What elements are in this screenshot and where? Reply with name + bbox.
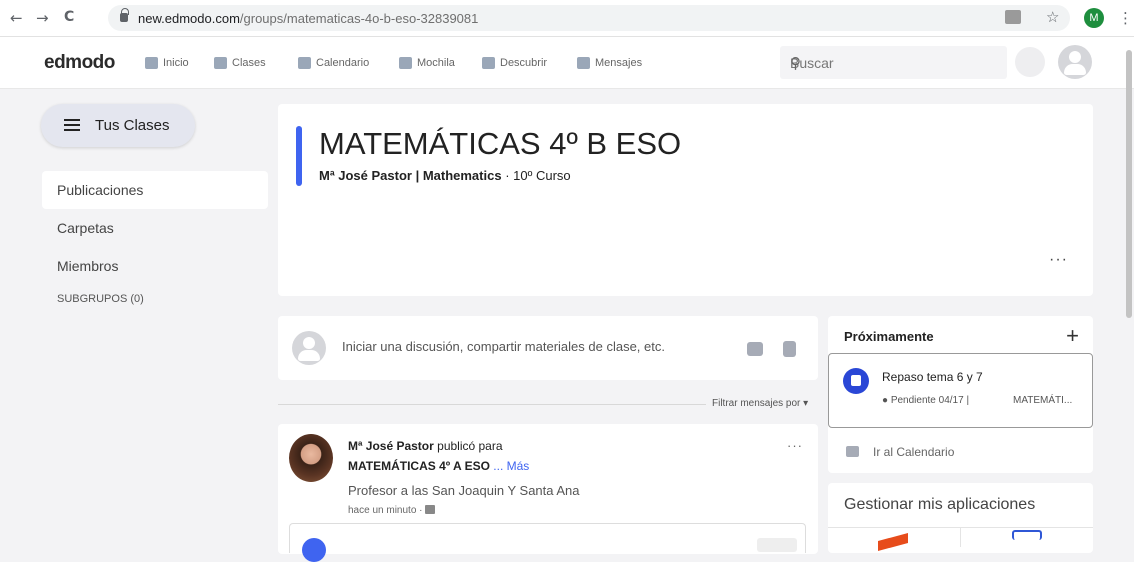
class-teacher: Mª José Pastor | Mathematics bbox=[319, 168, 502, 183]
backpack-icon bbox=[399, 57, 412, 69]
calendar-icon bbox=[846, 446, 859, 457]
nav-mochila[interactable]: Mochila bbox=[399, 57, 455, 69]
search-icon[interactable]: ⚲ bbox=[790, 54, 995, 72]
nav-inicio-label: Inicio bbox=[163, 57, 189, 69]
feed-post: Mª José Pastor publicó para MATEMÁTICAS … bbox=[278, 424, 818, 562]
add-icon[interactable]: + bbox=[1066, 323, 1079, 349]
classes-icon bbox=[214, 57, 227, 69]
home-icon bbox=[145, 57, 158, 69]
sidebar-subgrupos[interactable]: SUBGRUPOS (0) bbox=[57, 293, 144, 305]
post-target-line: MATEMÁTICAS 4º A ESO ... Más bbox=[348, 459, 529, 473]
sidebar-item-miembros[interactable]: Miembros bbox=[57, 258, 118, 274]
post-attachment[interactable] bbox=[289, 523, 806, 562]
app-window-icon[interactable] bbox=[1012, 530, 1042, 540]
upcoming-event[interactable]: Repaso tema 6 y 7 ● Pendiente 04/17 | MA… bbox=[828, 353, 1093, 428]
tus-clases-button[interactable]: Tus Clases bbox=[41, 104, 195, 147]
author-avatar[interactable] bbox=[289, 434, 333, 482]
nav-mensajes[interactable]: Mensajes bbox=[577, 57, 642, 69]
nav-mensajes-label: Mensajes bbox=[595, 57, 643, 69]
post-target[interactable]: MATEMÁTICAS 4º A ESO bbox=[348, 459, 490, 473]
image-icon[interactable] bbox=[747, 342, 763, 356]
forward-icon[interactable]: → bbox=[36, 9, 49, 27]
star-icon[interactable]: ☆ bbox=[1046, 8, 1059, 26]
page-title: MATEMÁTICAS 4º B ESO bbox=[319, 126, 682, 161]
search-input[interactable]: Buscar ⚲ bbox=[780, 46, 1007, 79]
composer-placeholder: Iniciar una discusión, compartir materia… bbox=[342, 339, 665, 354]
divider bbox=[278, 404, 706, 405]
calendar-link-label: Ir al Calendario bbox=[873, 445, 955, 459]
class-course: · 10º Curso bbox=[505, 168, 571, 183]
sidebar-item-publicaciones[interactable]: Publicaciones bbox=[42, 171, 268, 209]
menu-icon bbox=[64, 119, 80, 131]
post-composer[interactable]: Iniciar una discusión, compartir materia… bbox=[278, 316, 818, 380]
event-title: Repaso tema 6 y 7 bbox=[882, 370, 983, 384]
browser-toolbar: ← → C new.edmodo.com/groups/matematicas-… bbox=[0, 0, 1134, 37]
filter-messages-dropdown[interactable]: Filtrar mensajes por ▾ bbox=[712, 398, 808, 409]
notifications-icon[interactable] bbox=[1015, 47, 1045, 77]
translate-icon[interactable] bbox=[1005, 10, 1021, 24]
event-due: ● Pendiente 04/17 | bbox=[882, 395, 970, 406]
rocket-icon bbox=[482, 57, 495, 69]
post-author[interactable]: Mª José Pastor bbox=[348, 439, 434, 453]
reload-icon[interactable]: C bbox=[64, 9, 74, 25]
attachment-icon bbox=[302, 538, 326, 562]
nav-clases-label: Clases bbox=[232, 57, 266, 69]
message-icon bbox=[577, 57, 590, 69]
nav-descubrir-label: Descubrir bbox=[500, 57, 548, 69]
post-time: hace un minuto · bbox=[348, 505, 423, 516]
user-avatar[interactable] bbox=[1058, 45, 1092, 79]
post-action: publicó para bbox=[433, 439, 503, 453]
nav-clases[interactable]: Clases bbox=[214, 57, 266, 69]
edmodo-topbar: edmodo Inicio Clases Calendario Mochila … bbox=[0, 37, 1134, 89]
nav-descubrir[interactable]: Descubrir bbox=[482, 57, 547, 69]
back-icon[interactable]: ← bbox=[10, 9, 23, 27]
calendar-icon bbox=[298, 57, 311, 69]
nav-calendario[interactable]: Calendario bbox=[298, 57, 369, 69]
composer-avatar bbox=[292, 331, 326, 365]
upcoming-card: Próximamente + Repaso tema 6 y 7 ● Pendi… bbox=[828, 316, 1093, 473]
nav-inicio[interactable]: Inicio bbox=[145, 57, 189, 69]
class-header-card: MATEMÁTICAS 4º B ESO Mª José Pastor | Ma… bbox=[278, 104, 1093, 296]
url-text: new.edmodo.com/groups/matematicas-4o-b-e… bbox=[138, 11, 478, 26]
divider bbox=[960, 527, 961, 547]
url-path: /groups/matematicas-4o-b-eso-32839081 bbox=[239, 11, 479, 26]
apps-title: Gestionar mis aplicaciones bbox=[844, 496, 1036, 513]
event-class: MATEMÁTI... bbox=[1013, 395, 1073, 406]
classes-icon bbox=[425, 505, 436, 514]
address-bar[interactable]: new.edmodo.com/groups/matematicas-4o-b-e… bbox=[108, 5, 1070, 31]
attachment-button[interactable] bbox=[757, 538, 797, 552]
class-options-icon[interactable]: ··· bbox=[1049, 251, 1068, 269]
profile-avatar[interactable]: M bbox=[1084, 8, 1104, 28]
class-color-bar bbox=[296, 126, 302, 186]
office-app-icon[interactable] bbox=[878, 532, 908, 552]
nav-mochila-label: Mochila bbox=[417, 57, 455, 69]
browser-menu-icon[interactable]: ⋮ bbox=[1118, 9, 1133, 27]
lock-icon bbox=[120, 8, 129, 22]
assignment-icon[interactable] bbox=[783, 341, 796, 357]
post-time-line: hace un minuto · bbox=[348, 505, 436, 516]
post-options-icon[interactable]: ··· bbox=[787, 438, 803, 453]
sidebar-item-carpetas[interactable]: Carpetas bbox=[57, 220, 114, 236]
class-meta: Mª José Pastor | Mathematics · 10º Curso bbox=[319, 168, 571, 183]
url-domain: new.edmodo.com bbox=[138, 11, 240, 26]
upcoming-title: Próximamente bbox=[844, 329, 934, 344]
post-body: Profesor a las San Joaquin Y Santa Ana bbox=[348, 483, 580, 498]
post-author-line: Mª José Pastor publicó para bbox=[348, 439, 503, 453]
nav-calendario-label: Calendario bbox=[316, 57, 370, 69]
tus-clases-label: Tus Clases bbox=[95, 117, 170, 134]
post-more-link[interactable]: ... Más bbox=[490, 459, 529, 473]
assignment-icon bbox=[843, 368, 869, 394]
edmodo-logo[interactable]: edmodo bbox=[44, 52, 115, 74]
scrollbar[interactable] bbox=[1126, 50, 1132, 318]
calendar-link[interactable]: Ir al Calendario bbox=[846, 445, 954, 459]
